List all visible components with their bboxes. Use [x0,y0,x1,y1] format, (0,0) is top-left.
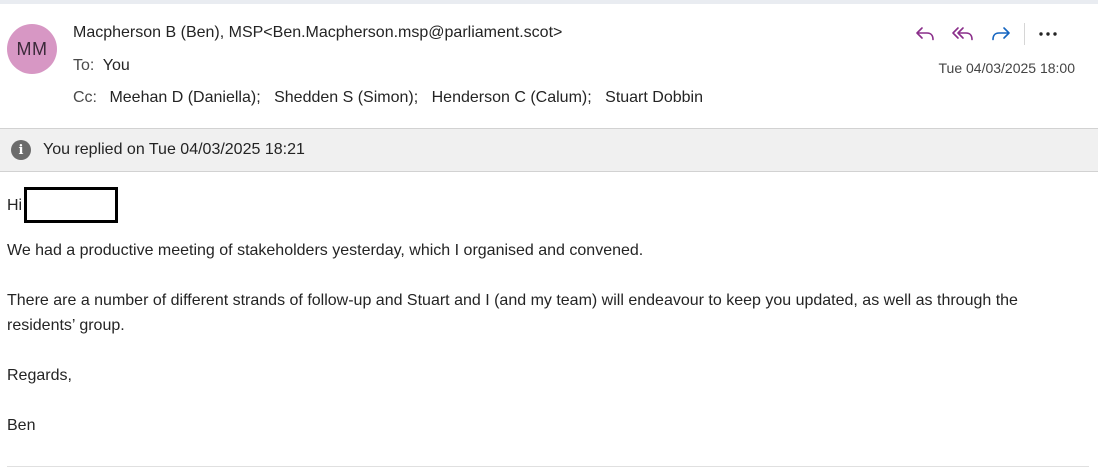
forward-button[interactable] [982,18,1020,50]
reply-icon [916,27,934,41]
message-header: MM Macpherson B (Ben), MSP<Ben.Macpherso… [0,4,1098,128]
forward-icon [992,27,1010,41]
reply-all-icon [952,27,973,41]
reply-button[interactable] [906,18,944,50]
to-recipient[interactable]: You [103,57,130,74]
to-label: To: [73,57,95,74]
cc-recipient[interactable]: Shedden S (Simon); [274,89,418,106]
redaction-box [24,187,119,223]
body-paragraph: There are a number of different strands … [7,292,1018,334]
to-line: To: You [73,57,130,75]
sent-date: Tue 04/03/2025 18:00 [938,60,1076,76]
cc-label: Cc: [73,89,97,106]
avatar[interactable]: MM [7,24,57,74]
reply-status-text: You replied on Tue 04/03/2025 18:21 [43,141,305,158]
sender-name[interactable]: Macpherson B (Ben), MSP [73,24,263,41]
reply-all-button[interactable] [944,18,982,50]
from-line: Macpherson B (Ben), MSP<Ben.Macpherson.m… [73,24,562,42]
body-paragraph: We had a productive meeting of stakehold… [7,242,644,259]
message-actions [906,18,1065,50]
more-actions-button[interactable] [1031,18,1065,50]
signature: Ben [7,417,36,434]
cc-recipient[interactable]: Stuart Dobbin [605,89,703,106]
sender-email[interactable]: <Ben.Macpherson.msp@parliament.scot> [263,24,562,41]
actions-divider [1024,23,1025,45]
cc-line: Cc: Meehan D (Daniella); Shedden S (Simo… [73,89,712,107]
greeting-text: Hi [7,196,23,214]
info-bar: i You replied on Tue 04/03/2025 18:21 [0,128,1098,172]
more-icon [1039,32,1057,36]
bottom-rule [7,466,1089,467]
cc-recipient[interactable]: Henderson C (Calum); [432,89,592,106]
cc-recipient[interactable]: Meehan D (Daniella); [109,89,260,106]
message-body: Hi We had a productive meeting of stakeh… [7,187,1067,438]
info-icon: i [11,140,31,160]
sign-off: Regards, [7,367,72,384]
greeting-line: Hi [7,187,1067,223]
avatar-initials: MM [16,38,48,59]
